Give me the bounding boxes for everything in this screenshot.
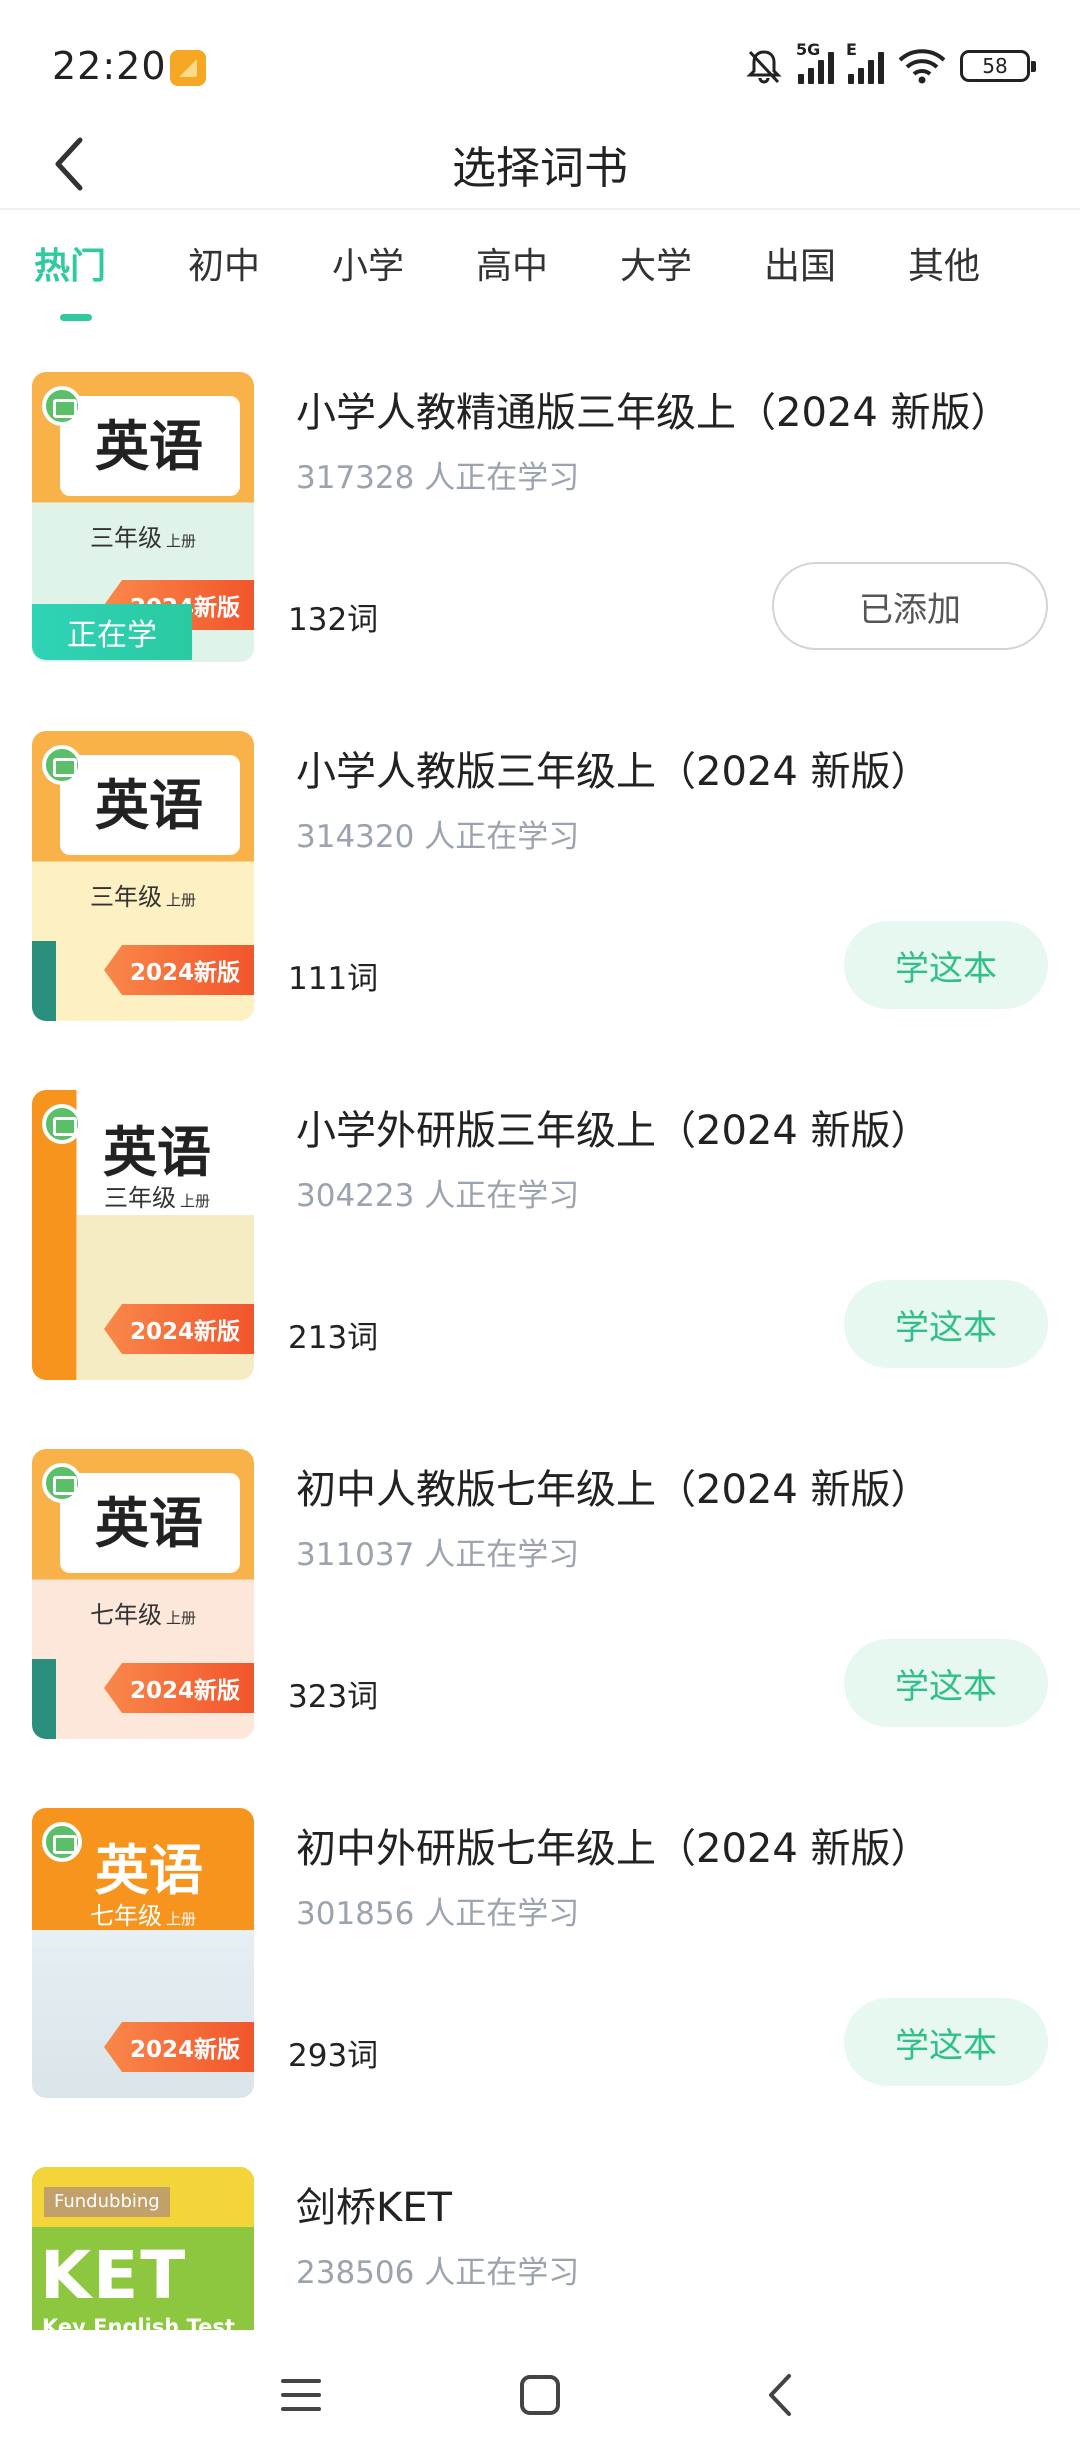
tab-hot[interactable]: 热门: [34, 232, 106, 312]
cover-subject: 英语: [95, 414, 203, 478]
book-item[interactable]: Fundubbing KET Key English Test 剑桥KET 23…: [0, 2161, 1080, 2330]
book-cover[interactable]: 英语 三年级上册 2024新版: [32, 1090, 254, 1380]
tab-abroad[interactable]: 出国: [764, 232, 836, 312]
mute-bell-icon: [746, 50, 782, 84]
book-title: 剑桥KET: [296, 2185, 452, 2231]
active-tab-indicator: [60, 314, 92, 321]
cover-edition: 2024新版: [104, 1663, 254, 1713]
back-triangle-icon: [769, 2374, 791, 2416]
learner-count: 301856 人正在学习: [296, 1896, 580, 1932]
learner-count: 238506 人正在学习: [296, 2255, 580, 2291]
book-item[interactable]: 英语 七年级 上册 2024新版 初中人教版七年级上（2024 新版） 31103…: [0, 1443, 1080, 1743]
battery-level: 58: [982, 54, 1008, 78]
status-time: 22:20: [52, 44, 167, 88]
word-count: 213词: [288, 1320, 379, 1356]
book-logo-icon: [42, 1104, 82, 1144]
top-app-bar: 选择词书: [0, 120, 1080, 210]
book-logo-icon: [42, 745, 82, 785]
book-cover[interactable]: 英语 七年级 上册 2024新版: [32, 1808, 254, 2098]
learn-this-button[interactable]: 学这本: [844, 1639, 1048, 1727]
book-title: 初中外研版七年级上（2024 新版）: [296, 1826, 931, 1872]
learn-this-button[interactable]: 学这本: [844, 1998, 1048, 2086]
book-logo-icon: [42, 1463, 82, 1503]
status-bar: 22:20 5G E 58: [0, 0, 1080, 120]
tab-university[interactable]: 大学: [620, 232, 692, 312]
network-type-label-2: E: [846, 40, 857, 59]
book-cover[interactable]: Fundubbing KET Key English Test: [32, 2167, 254, 2330]
cover-edition: 2024新版: [104, 1304, 254, 1354]
battery-icon: 58: [960, 50, 1036, 82]
tab-other[interactable]: 其他: [908, 232, 980, 312]
word-count: 111词: [288, 961, 379, 997]
cover-subject: 英语: [103, 1121, 211, 1184]
home-button[interactable]: [505, 2360, 575, 2430]
app-notification-icon: [170, 50, 206, 86]
learning-badge: 正在学: [32, 604, 192, 660]
learner-count: 317328 人正在学习: [296, 460, 580, 496]
wifi-icon: [898, 49, 946, 84]
category-tabs: 热门 初中 小学 高中 大学 出国 其他: [0, 232, 1080, 322]
book-logo-icon: [42, 1822, 82, 1862]
cover-grade: 三年级 上册: [104, 1184, 211, 1212]
cover-subtitle: Key English Test: [42, 2315, 235, 2330]
home-square-icon: [520, 2375, 560, 2415]
cover-title: KET: [40, 2237, 188, 2314]
word-count: 293词: [288, 2038, 379, 2074]
learn-this-button[interactable]: 学这本: [844, 1280, 1048, 1368]
menu-button[interactable]: [266, 2360, 336, 2430]
signal-icon: 5G: [796, 40, 834, 84]
system-nav-bar: [0, 2330, 1080, 2460]
word-count: 323词: [288, 1679, 379, 1715]
cover-grade: 三年级 上册: [90, 524, 197, 552]
learner-count: 304223 人正在学习: [296, 1178, 580, 1214]
book-item[interactable]: 英语 三年级上册 2024新版 正在学 小学人教精通版三年级上（2024 新版）…: [0, 366, 1080, 666]
page-title: 选择词书: [452, 143, 628, 194]
book-cover[interactable]: 英语 七年级 上册 2024新版: [32, 1449, 254, 1739]
learner-count: 314320 人正在学习: [296, 819, 580, 855]
book-cover[interactable]: 英语 三年级上册 2024新版: [32, 731, 254, 1021]
system-back-button[interactable]: [745, 2360, 815, 2430]
book-title: 小学人教精通版三年级上（2024 新版）: [296, 390, 1011, 436]
book-title: 小学外研版三年级上（2024 新版）: [296, 1108, 931, 1154]
cover-subject: 英语: [95, 773, 203, 837]
book-item[interactable]: 英语 三年级 上册 2024新版 小学人教版三年级上（2024 新版） 31432…: [0, 725, 1080, 1025]
word-count: 132词: [288, 602, 379, 638]
cover-brand: Fundubbing: [44, 2187, 170, 2217]
network-type-label: 5G: [796, 40, 821, 59]
cover-subject: 英语: [95, 1491, 203, 1555]
cover-edition: 2024新版: [104, 945, 254, 995]
book-title: 小学人教版三年级上（2024 新版）: [296, 749, 931, 795]
cover-grade: 三年级 上册: [90, 883, 197, 911]
learner-count: 311037 人正在学习: [296, 1537, 580, 1573]
book-item[interactable]: 英语 七年级 上册 2024新版 初中外研版七年级上（2024 新版） 30185…: [0, 1802, 1080, 2102]
tab-junior-high[interactable]: 初中: [188, 232, 260, 312]
learn-this-button[interactable]: 学这本: [844, 921, 1048, 1009]
cover-grade: 七年级 上册: [90, 1902, 197, 1930]
cover-grade: 七年级 上册: [90, 1601, 197, 1629]
menu-icon: [281, 2379, 321, 2411]
cover-subject: 英语: [95, 1839, 203, 1902]
added-button[interactable]: 已添加: [772, 562, 1048, 650]
signal-icon-2: E: [846, 40, 884, 84]
book-logo-icon: [42, 386, 82, 426]
status-icons: 5G E 58: [744, 40, 1036, 88]
book-item[interactable]: 英语 三年级 上册 2024新版 小学外研版三年级上（2024 新版） 30422…: [0, 1084, 1080, 1384]
book-title: 初中人教版七年级上（2024 新版）: [296, 1467, 931, 1513]
cover-edition: 2024新版: [104, 2022, 254, 2072]
tab-senior-high[interactable]: 高中: [476, 232, 548, 312]
tab-primary[interactable]: 小学: [332, 232, 404, 312]
